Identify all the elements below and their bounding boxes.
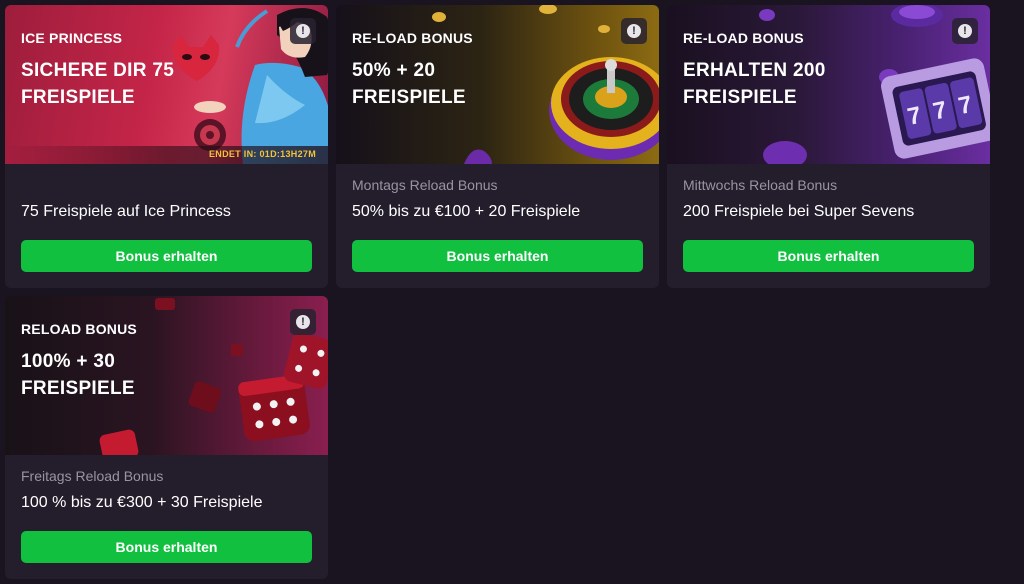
bonus-title: 75 Freispiele auf Ice Princess <box>21 203 231 220</box>
get-bonus-button[interactable]: Bonus erhalten <box>21 240 312 272</box>
bonus-tag: RE-LOAD BONUS <box>352 30 473 46</box>
bonus-headline: SICHERE DIR 75 FREISPIELE <box>21 60 175 108</box>
countdown-bar: ENDET IN: 01D:13H27M <box>5 146 328 164</box>
bonus-banner[interactable]: ICE PRINCESS SICHERE DIR 75 FREISPIELE !… <box>5 5 328 164</box>
get-bonus-button[interactable]: Bonus erhalten <box>683 240 974 272</box>
bonus-tag: RE-LOAD BONUS <box>683 30 804 46</box>
bonus-card-ice-princess: ICE PRINCESS SICHERE DIR 75 FREISPIELE !… <box>5 5 328 288</box>
get-bonus-button[interactable]: Bonus erhalten <box>352 240 643 272</box>
bonus-card-friday-reload: RELOAD BONUS 100% + 30 FREISPIELE ! Frei… <box>5 296 328 579</box>
exclamation-icon: ! <box>296 315 310 329</box>
bonus-title: 50% bis zu €100 + 20 Freispiele <box>352 203 581 220</box>
bonus-headline: 50% + 20 FREISPIELE <box>352 60 466 108</box>
exclamation-icon: ! <box>958 24 972 38</box>
get-bonus-button[interactable]: Bonus erhalten <box>21 531 312 563</box>
bonus-banner[interactable]: 7 7 7 RE-LOAD BONUS ERHALTEN 200 FREISPI… <box>667 5 990 164</box>
exclamation-icon: ! <box>627 24 641 38</box>
info-button[interactable]: ! <box>290 18 316 44</box>
bonus-banner[interactable]: RELOAD BONUS 100% + 30 FREISPIELE ! <box>5 296 328 455</box>
info-button[interactable]: ! <box>952 18 978 44</box>
bonus-tag: ICE PRINCESS <box>21 30 123 46</box>
bonus-headline: ERHALTEN 200 FREISPIELE <box>683 60 826 108</box>
bonus-headline: 100% + 30 FREISPIELE <box>21 351 135 399</box>
bonus-tag: RELOAD BONUS <box>21 321 137 337</box>
info-button[interactable]: ! <box>621 18 647 44</box>
exclamation-icon: ! <box>296 24 310 38</box>
bonus-subtitle: Montags Reload Bonus <box>352 177 498 193</box>
bonus-subtitle: Mittwochs Reload Bonus <box>683 177 838 193</box>
bonus-banner[interactable]: RE-LOAD BONUS 50% + 20 FREISPIELE ! <box>336 5 659 164</box>
bonus-title: 100 % bis zu €300 + 30 Freispiele <box>21 494 263 511</box>
countdown-text: ENDET IN: 01D:13H27M <box>208 149 316 159</box>
bonus-subtitle: Freitags Reload Bonus <box>21 468 164 484</box>
bonus-card-monday-reload: RE-LOAD BONUS 50% + 20 FREISPIELE ! Mont… <box>336 5 659 288</box>
info-button[interactable]: ! <box>290 309 316 335</box>
bonus-card-wednesday-reload: 7 7 7 RE-LOAD BONUS ERHALTEN 200 FREISPI… <box>667 5 990 288</box>
bonus-title: 200 Freispiele bei Super Sevens <box>683 203 915 220</box>
